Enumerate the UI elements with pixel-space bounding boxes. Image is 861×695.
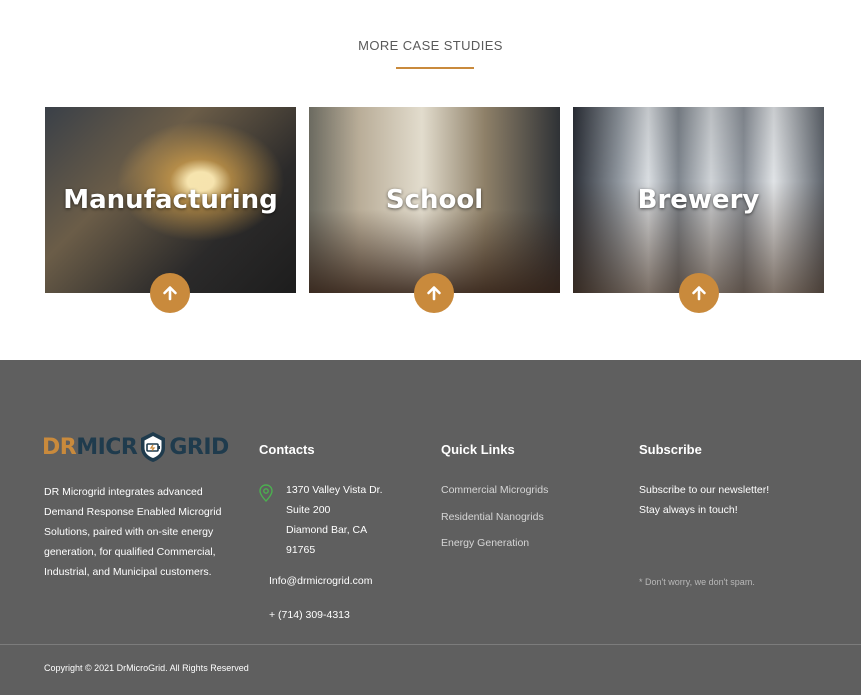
arrow-up-icon — [163, 286, 177, 301]
card-label: School — [385, 185, 484, 215]
card-label: Manufacturing — [63, 185, 278, 215]
case-study-card-school[interactable]: School — [309, 107, 560, 293]
email-link[interactable]: Info@drmicrogrid.com — [269, 575, 372, 587]
case-study-card-manufacturing[interactable]: Manufacturing — [45, 107, 296, 293]
subscribe-heading: Subscribe — [639, 442, 702, 457]
no-spam-note: * Don't worry, we don't spam. — [639, 577, 755, 587]
case-studies-section: MORE CASE STUDIES Manufacturing School B… — [0, 0, 861, 360]
about-text: DR Microgrid integrates advanced Demand … — [44, 486, 222, 578]
battery-shield-icon — [141, 432, 166, 462]
address-line: 1370 Valley Vista Dr. — [286, 484, 383, 496]
footer-divider — [0, 644, 861, 645]
quick-link-residential-nanogrids[interactable]: Residential Nanogrids — [441, 511, 544, 523]
arrow-up-icon — [427, 286, 441, 301]
quick-links-heading: Quick Links — [441, 442, 515, 457]
logo-dr-text: DR — [42, 434, 77, 460]
logo-micro-text: MICR — [76, 434, 138, 460]
logo-grid-text: GRID — [169, 434, 229, 460]
subscribe-line: Stay always in touch! — [639, 504, 738, 516]
site-footer: DR MICR GRID DR Microgrid integrates adv… — [0, 360, 861, 695]
card-arrow-button-manufacturing[interactable] — [150, 273, 190, 313]
card-arrow-button-brewery[interactable] — [679, 273, 719, 313]
subscribe-text: Subscribe to our newsletter! Stay always… — [639, 480, 769, 520]
arrow-up-icon — [692, 286, 706, 301]
quick-link-commercial-microgrids[interactable]: Commercial Microgrids — [441, 484, 548, 496]
address-line: 91765 — [286, 544, 316, 556]
address: 1370 Valley Vista Dr. Suite 200 Diamond … — [286, 480, 383, 560]
address-line: Diamond Bar, CA — [286, 524, 368, 536]
card-label: Brewery — [637, 185, 760, 215]
phone-link[interactable]: + (714) 309-4313 — [269, 609, 350, 621]
card-arrow-button-school[interactable] — [414, 273, 454, 313]
subscribe-line: Subscribe to our newsletter! — [639, 484, 770, 496]
map-pin-icon — [259, 484, 273, 502]
case-study-card-brewery[interactable]: Brewery — [573, 107, 824, 293]
contacts-heading: Contacts — [259, 442, 315, 457]
quick-link-energy-generation[interactable]: Energy Generation — [441, 537, 529, 549]
copyright-text: Copyright © 2021 DrMicroGrid. All Rights… — [44, 663, 249, 673]
section-title: MORE CASE STUDIES — [358, 38, 503, 53]
address-line: Suite 200 — [286, 504, 331, 516]
dr-microgrid-logo[interactable]: DR MICR GRID — [42, 430, 229, 464]
title-underline — [396, 67, 474, 69]
